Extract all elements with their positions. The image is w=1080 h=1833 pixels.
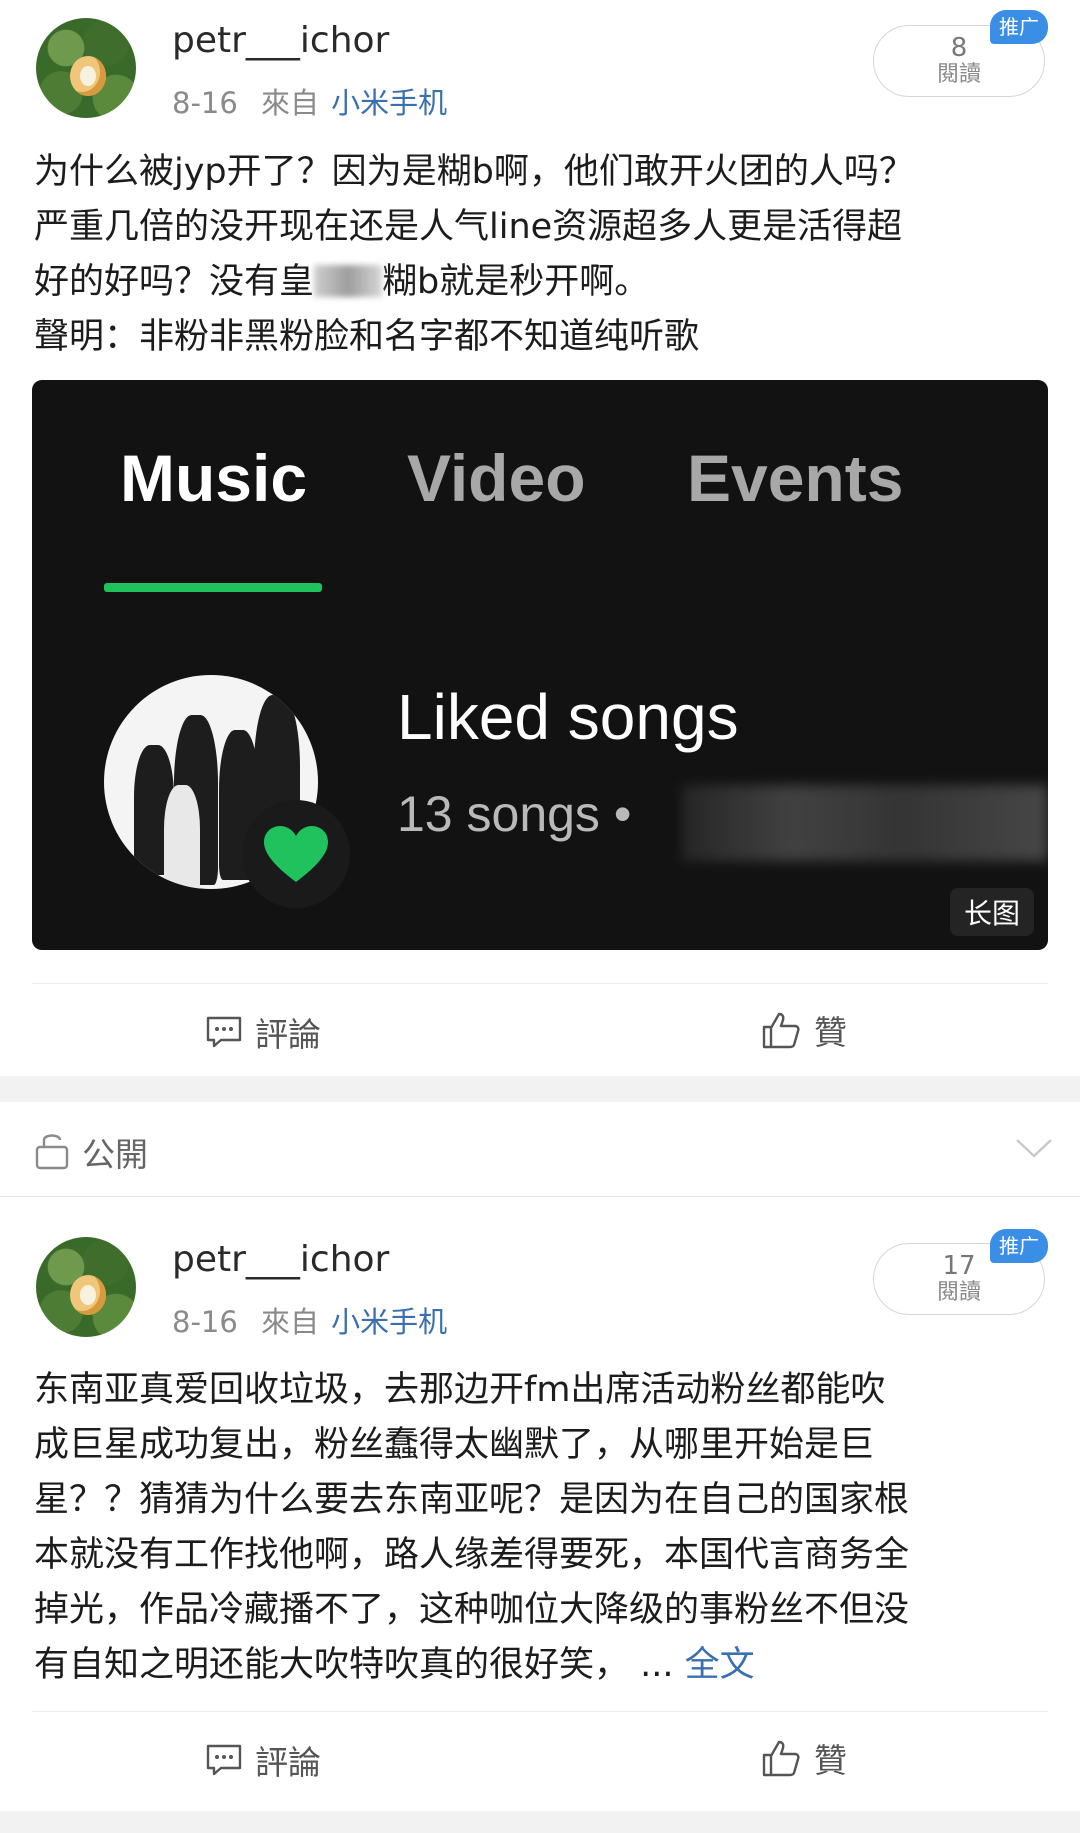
active-tab-indicator xyxy=(104,583,322,592)
privacy-label: 公開 xyxy=(82,1135,148,1174)
blurred-region xyxy=(682,785,1048,861)
post-date: 8-16 xyxy=(172,1305,238,1339)
post-meta: 8-16 來自 小米手机 xyxy=(172,80,447,122)
text-line: 东南亚真爱回收垃圾，去那边开fm出席活动粉丝都能吹 xyxy=(34,1370,886,1410)
text-line: 掉光，作品冷藏播不了，这种咖位大降级的事粉丝不但没 xyxy=(34,1590,910,1630)
text-line: 聲明：非粉非黑粉脸和名字都不知道纯听歌 xyxy=(34,317,700,357)
chevron-down-icon[interactable] xyxy=(1014,1136,1054,1160)
text-line: 为什么被jyp开了？因为是糊b啊，他们敢开火团的人吗？ xyxy=(34,152,914,192)
post-image[interactable]: Music Video Events Liked songs 13 songs … xyxy=(32,380,1048,950)
divider xyxy=(32,983,1048,984)
blurred-text xyxy=(314,265,383,297)
post-meta: 8-16 來自 小米手机 xyxy=(172,1299,447,1341)
username[interactable]: petr___ichor xyxy=(172,1239,389,1280)
avatar[interactable] xyxy=(36,18,136,118)
promoted-badge: 推广 xyxy=(990,10,1048,44)
lock-open-icon xyxy=(35,1134,69,1170)
read-label: 閱讀 xyxy=(936,62,981,87)
divider xyxy=(32,1711,1048,1712)
source-prefix: 來自 xyxy=(261,86,320,120)
promoted-badge: 推广 xyxy=(990,1229,1048,1263)
playlist-title: Liked songs xyxy=(397,681,739,753)
long-image-badge: 长图 xyxy=(949,888,1034,936)
tab-events: Events xyxy=(687,441,904,515)
like-button[interactable]: 贊 xyxy=(760,1006,847,1054)
section-gap xyxy=(0,1811,1080,1833)
comment-icon xyxy=(206,1744,242,1776)
read-label: 閱讀 xyxy=(936,1280,981,1305)
ellipsis: ... xyxy=(629,1645,685,1685)
playlist-subtitle: 13 songs • xyxy=(397,786,632,842)
source-device[interactable]: 小米手机 xyxy=(331,86,447,120)
comment-button[interactable]: 評論 xyxy=(205,1008,321,1056)
liked-badge xyxy=(242,800,350,908)
source-device[interactable]: 小米手机 xyxy=(331,1305,447,1339)
avatar[interactable] xyxy=(36,1237,136,1337)
text-line: 好的好吗？没有皇 糊b就是秒开啊。 xyxy=(34,262,650,302)
post-card-1: petr___ichor 8-16 來自 小米手机 8 閱讀 推广 为什么被jyp… xyxy=(0,0,1080,1076)
tab-video: Video xyxy=(407,441,586,515)
section-gap xyxy=(0,1076,1080,1102)
source-prefix: 來自 xyxy=(261,1305,320,1339)
comment-icon xyxy=(206,1016,242,1048)
heart-icon xyxy=(264,826,328,882)
comment-label: 評論 xyxy=(255,1015,321,1054)
post-date: 8-16 xyxy=(172,86,238,120)
post-card-2: petr___ichor 8-16 來自 小米手机 17 閱讀 推广 东南亚真爱回… xyxy=(0,1197,1080,1811)
privacy-row[interactable]: 公開 xyxy=(0,1102,1080,1196)
text-line: 成巨星成功复出，粉丝蠢得太幽默了，从哪里开始是巨 xyxy=(34,1425,875,1465)
text-line: 星？？猜猜为什么要去东南亚呢？是因为在自己的国家根 xyxy=(34,1480,910,1520)
comment-label: 評論 xyxy=(255,1743,321,1782)
text-line: 有自知之明还能大吹特吹真的很好笑， ... 全文 xyxy=(34,1645,755,1685)
tab-music: Music xyxy=(120,441,308,515)
thumbs-up-icon xyxy=(762,1740,800,1777)
text-line: 严重几倍的没开现在还是人气line资源超多人更是活得超 xyxy=(34,207,903,247)
like-button[interactable]: 贊 xyxy=(760,1734,847,1782)
full-text-link[interactable]: 全文 xyxy=(685,1645,755,1685)
post-text: 为什么被jyp开了？因为是糊b啊，他们敢开火团的人吗？ 严重几倍的没开现在还是人… xyxy=(34,145,1044,365)
post-text: 东南亚真爱回收垃圾，去那边开fm出席活动粉丝都能吹 成巨星成功复出，粉丝蠢得太幽… xyxy=(34,1363,1044,1693)
like-label: 贊 xyxy=(814,1013,847,1052)
comment-button[interactable]: 評論 xyxy=(205,1736,321,1784)
thumbs-up-icon xyxy=(762,1012,800,1049)
like-label: 贊 xyxy=(814,1741,847,1780)
text-line: 本就没有工作找他啊，路人缘差得要死，本国代言商务全 xyxy=(34,1535,910,1575)
username[interactable]: petr___ichor xyxy=(172,20,389,61)
